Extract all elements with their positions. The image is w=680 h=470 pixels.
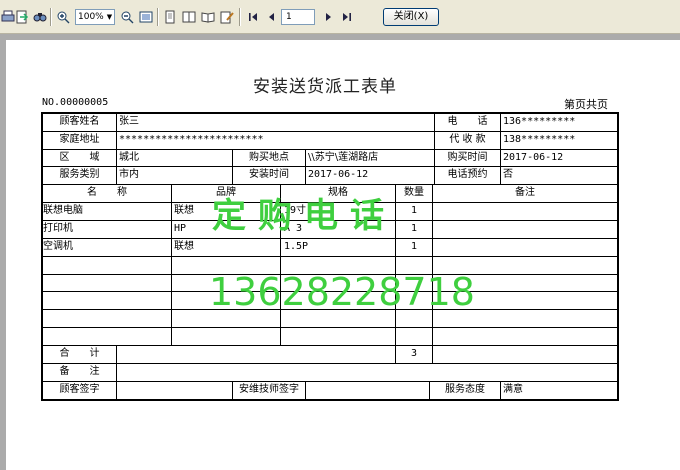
customer-signature-label: 顾客签字: [59, 384, 100, 395]
chevron-down-icon[interactable]: ▼: [104, 9, 115, 25]
toolbar-separator: [239, 8, 241, 26]
watermark-phone-label: 定购电话: [212, 196, 396, 236]
zoom-in-icon[interactable]: [55, 9, 71, 25]
technician-signature-label: 安维技师签字: [239, 384, 299, 395]
item-name: 打印机: [43, 223, 73, 234]
page-number-input[interactable]: 1: [281, 9, 315, 25]
last-page-icon[interactable]: [339, 9, 355, 25]
item-qty: 1: [410, 241, 418, 252]
purchase-place-label: 购买地点: [249, 152, 289, 163]
close-button[interactable]: 关闭(X): [383, 8, 439, 26]
install-time-value: 2017-06-12: [308, 169, 369, 180]
region-label: 区 域: [59, 152, 100, 163]
next-page-icon[interactable]: [321, 9, 337, 25]
item-qty-header: 数量: [404, 187, 424, 198]
report-title: 安装送货派工表单: [253, 77, 397, 97]
two-page-icon[interactable]: [181, 9, 197, 25]
item-spec: 1.5P: [284, 241, 309, 252]
phone-appointment-value: 否: [503, 169, 513, 180]
item-name-header: 名 称: [87, 187, 127, 198]
single-page-icon[interactable]: [162, 9, 178, 25]
book-icon[interactable]: [200, 9, 216, 25]
find-icon[interactable]: [32, 9, 48, 25]
service-attitude-label: 服务态度: [445, 384, 485, 395]
service-type-label: 服务类别: [59, 169, 100, 180]
phone-label: 电 话: [447, 116, 488, 127]
preview-toolbar: 100% ▼ 1 关闭(X): [0, 0, 680, 34]
item-note-header: 备注: [515, 187, 535, 198]
edit-icon[interactable]: [219, 9, 235, 25]
service-type-value: 市内: [119, 169, 139, 180]
export-icon[interactable]: [14, 9, 30, 25]
phone-value: 136*********: [503, 116, 576, 127]
customer-name-value: 张三: [119, 116, 139, 127]
customer-name-label: 顾客姓名: [59, 116, 100, 127]
purchase-time-value: 2017-06-12: [503, 152, 564, 163]
address-value: ************************: [119, 134, 264, 145]
purchase-place-value: \\苏宁\莲湖路店: [308, 152, 379, 163]
first-page-icon[interactable]: [245, 9, 261, 25]
toolbar-separator: [157, 8, 159, 26]
collect-payment-value: 138*********: [503, 134, 576, 145]
zoom-out-icon[interactable]: [119, 9, 135, 25]
purchase-time-label: 购买时间: [447, 152, 488, 163]
item-name: 空调机: [43, 241, 73, 252]
item-qty: 1: [410, 205, 418, 216]
remark-label: 备 注: [59, 366, 100, 377]
total-label: 合 计: [59, 348, 100, 359]
item-brand: 联想: [174, 241, 194, 252]
phone-appointment-label: 电话预约: [447, 169, 488, 180]
item-brand: HP: [174, 223, 187, 234]
total-qty: 3: [410, 348, 418, 359]
region-value: 城北: [119, 152, 139, 163]
zoom-value: 100%: [78, 12, 104, 22]
service-attitude-value: 满意: [503, 384, 523, 395]
page-number-value: 1: [286, 12, 292, 22]
fit-page-icon[interactable]: [138, 9, 154, 25]
collect-payment-label: 代 收 款: [449, 134, 486, 145]
watermark-phone-number: 13628228718: [209, 270, 475, 314]
page-info: 第页共页: [564, 98, 608, 111]
item-name: 联想电脑: [43, 205, 83, 216]
item-qty: 1: [410, 223, 418, 234]
toolbar-separator: [50, 8, 52, 26]
previous-page-icon[interactable]: [263, 9, 279, 25]
address-label: 家庭地址: [59, 134, 100, 145]
order-number: NO.00000005: [42, 97, 109, 108]
install-time-label: 安装时间: [249, 169, 289, 180]
item-brand: 联想: [174, 205, 194, 216]
